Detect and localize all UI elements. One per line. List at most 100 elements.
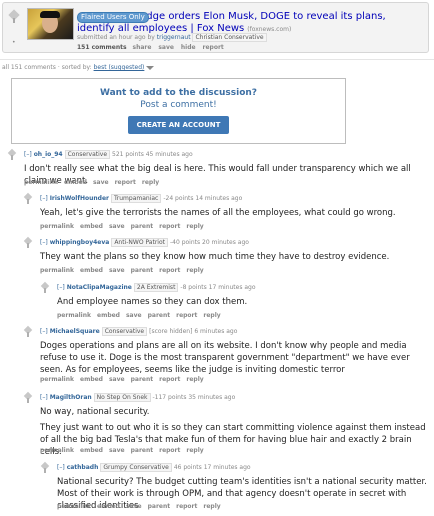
comment-body: Doges operations and plans are all on it…: [40, 341, 410, 375]
comment-links: permalink embed save parent report reply: [57, 503, 227, 510]
comment-links: permalink embed save parent report reply: [40, 223, 210, 230]
comment-body: They want the plans so they know how muc…: [40, 252, 390, 262]
reply-link[interactable]: reply: [203, 312, 220, 319]
report-link[interactable]: report: [159, 376, 180, 383]
report-link[interactable]: report: [159, 267, 180, 274]
report-link[interactable]: report: [115, 179, 136, 186]
save-link[interactable]: save: [126, 503, 142, 510]
embed-link[interactable]: embed: [97, 312, 120, 319]
post-domain[interactable]: (foxnews.com): [247, 26, 291, 33]
author-flair: No Step On Snek: [93, 393, 151, 402]
permalink-link[interactable]: permalink: [40, 223, 74, 230]
parent-link[interactable]: parent: [131, 376, 154, 383]
parent-link[interactable]: parent: [148, 312, 171, 319]
report-link[interactable]: report: [159, 447, 180, 454]
author-flair: Conservative: [64, 150, 111, 159]
post-thumbnail[interactable]: [27, 8, 74, 40]
thumbtack-icon: [7, 9, 21, 23]
report-link[interactable]: report: [176, 503, 197, 510]
parent-link[interactable]: parent: [131, 447, 154, 454]
comment-author[interactable]: whippingboy4eva: [50, 239, 110, 246]
collapse-toggle[interactable]: [–]: [40, 239, 48, 246]
dot-icon: •: [12, 39, 16, 46]
collapse-toggle[interactable]: [–]: [57, 464, 65, 471]
author-flair: Conservative: [101, 327, 148, 336]
save-link[interactable]: save: [109, 223, 125, 230]
save-link[interactable]: save: [109, 267, 125, 274]
embed-link[interactable]: embed: [64, 179, 87, 186]
comment-author[interactable]: MagilthOran: [50, 394, 92, 401]
comment-body: Yeah, let's give the terrorists the name…: [40, 208, 396, 218]
author-flair: Grumpy Conservative: [100, 463, 172, 472]
embed-link[interactable]: embed: [80, 447, 103, 454]
comment-author[interactable]: oh_io_94: [34, 151, 63, 158]
chevron-down-icon[interactable]: [146, 65, 155, 70]
save-link[interactable]: save: [109, 447, 125, 454]
permalink-link[interactable]: permalink: [40, 267, 74, 274]
parent-link[interactable]: parent: [131, 223, 154, 230]
discussion-promo: Want to add to the discussion? Post a co…: [11, 78, 346, 144]
save-link[interactable]: save: [126, 312, 142, 319]
embed-link[interactable]: embed: [80, 267, 103, 274]
save-link[interactable]: save: [93, 179, 109, 186]
upvote-icon[interactable]: [22, 327, 34, 339]
collapse-toggle[interactable]: [–]: [40, 328, 48, 335]
author-flair: Anti-NWO Patriot: [111, 238, 168, 247]
comment-body: And employee names so they can dox them.: [57, 297, 248, 307]
upvote-icon[interactable]: [6, 150, 18, 162]
post-flair-badge: Flaired Users Only: [77, 12, 149, 23]
create-account-button[interactable]: CREATE AN ACCOUNT: [127, 116, 230, 134]
permalink-link[interactable]: permalink: [57, 503, 91, 510]
parent-link[interactable]: parent: [148, 503, 171, 510]
comment-body: I don't really see what the big deal is …: [24, 164, 411, 186]
embed-link[interactable]: embed: [80, 223, 103, 230]
permalink-link[interactable]: permalink: [57, 312, 91, 319]
reply-link[interactable]: reply: [186, 267, 203, 274]
permalink-link[interactable]: permalink: [40, 376, 74, 383]
comment-tagline: [–] MagilthOran No Step On Snek -117 points…: [40, 393, 236, 402]
reply-link[interactable]: reply: [186, 447, 203, 454]
save-link[interactable]: save: [109, 376, 125, 383]
parent-link[interactable]: parent: [131, 267, 154, 274]
collapse-toggle[interactable]: [–]: [57, 284, 65, 291]
post-author[interactable]: triggernaut: [157, 34, 191, 41]
reply-link[interactable]: reply: [186, 376, 203, 383]
permalink-link[interactable]: permalink: [40, 447, 74, 454]
embed-link[interactable]: embed: [80, 376, 103, 383]
reply-link[interactable]: reply: [186, 223, 203, 230]
report-link[interactable]: report: [203, 44, 224, 51]
comments-count-link[interactable]: 151 comments: [77, 44, 127, 51]
post-submitted: submitted an hour ago by triggernaut Chr…: [77, 33, 267, 42]
comment-author[interactable]: NotaClipaMagazine: [67, 284, 132, 291]
comment-tagline: [–] oh_io_94 Conservative 521 points 45 min…: [24, 150, 193, 159]
upvote-icon[interactable]: [22, 194, 34, 206]
embed-link[interactable]: embed: [97, 503, 120, 510]
sort-dropdown[interactable]: best (suggested): [94, 64, 145, 71]
collapse-toggle[interactable]: [–]: [40, 394, 48, 401]
comment-tagline: [–] MichaelSquare Conservative [score hidde…: [40, 327, 238, 336]
reply-link[interactable]: reply: [203, 503, 220, 510]
report-link[interactable]: report: [159, 223, 180, 230]
share-link[interactable]: share: [133, 44, 152, 51]
upvote-icon[interactable]: [39, 463, 51, 475]
comment-author[interactable]: cathbadh: [67, 464, 99, 471]
comment-tagline: [–] IrishWolfHounder Trumpamaniac -24 point…: [40, 194, 243, 203]
save-link[interactable]: save: [158, 44, 174, 51]
comment-author[interactable]: MichaelSquare: [50, 328, 100, 335]
post-author-flair: Christian Conservative: [192, 33, 267, 42]
comment-links: permalink embed save report reply: [24, 179, 165, 186]
comment-links: permalink embed save parent report reply: [40, 376, 210, 383]
hide-link[interactable]: hide: [181, 44, 196, 51]
collapse-toggle[interactable]: [–]: [40, 195, 48, 202]
divider: [0, 59, 434, 60]
upvote-icon[interactable]: [22, 238, 34, 250]
collapse-toggle[interactable]: [–]: [24, 151, 32, 158]
upvote-icon[interactable]: [39, 283, 51, 295]
comment-author[interactable]: IrishWolfHounder: [50, 195, 109, 202]
permalink-link[interactable]: permalink: [24, 179, 58, 186]
upvote-icon[interactable]: [22, 393, 34, 405]
comment-tagline: [–] cathbadh Grumpy Conservative 46 points …: [57, 463, 251, 472]
reply-link[interactable]: reply: [142, 179, 159, 186]
author-flair: Trumpamaniac: [110, 194, 162, 203]
report-link[interactable]: report: [176, 312, 197, 319]
